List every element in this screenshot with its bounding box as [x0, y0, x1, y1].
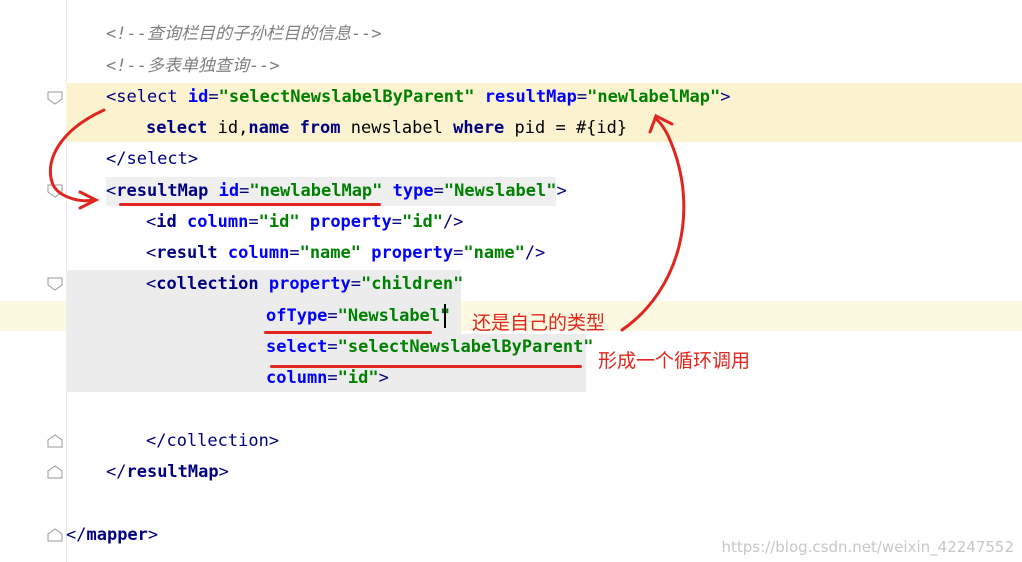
code-token: collection [156, 274, 269, 294]
code-token: <!--多表单独查询--> [106, 56, 280, 76]
code-token: property [371, 243, 454, 263]
code-token: mapper [86, 525, 148, 545]
underline-select [270, 365, 582, 368]
code-token: "selectNewslabelByParent" [218, 87, 475, 107]
fold-marker-collection[interactable] [47, 277, 63, 291]
code-token: "children" [360, 274, 464, 294]
code-token: > [218, 462, 229, 482]
code-line-9[interactable]: <collection property="children" [146, 269, 463, 300]
annotation-own-type: 还是自己的类型 [472, 312, 606, 334]
code-token: "Newslabel" [337, 306, 451, 326]
code-token: column [266, 368, 328, 388]
code-token: = [576, 87, 588, 107]
code-token: < [146, 212, 157, 232]
code-token: property [268, 274, 351, 294]
code-token: id [218, 181, 240, 201]
code-token: result [156, 243, 228, 263]
underline-resultmap-id [119, 203, 381, 206]
code-token: = [433, 181, 444, 201]
watermark: https://blog.csdn.net/weixin_42247552 [721, 538, 1014, 556]
code-token: "selectNewslabelByParent" [337, 337, 594, 357]
code-token: where [453, 118, 515, 138]
code-token: "id" [337, 368, 379, 388]
code-token: = [391, 212, 402, 232]
code-token: id, [217, 118, 249, 138]
code-token: property [309, 212, 392, 232]
code-token: = [208, 87, 219, 107]
code-token: > [720, 87, 731, 107]
underline-oftype [264, 331, 432, 334]
code-token: </ [66, 525, 87, 545]
code-token: < [146, 243, 157, 263]
code-token: < [146, 274, 157, 294]
code-token: "Newslabel" [443, 181, 557, 201]
code-token: <select [106, 87, 188, 107]
code-token: column [227, 243, 290, 263]
code-token: "name" [463, 243, 525, 263]
code-line-5[interactable]: </select> [106, 144, 198, 175]
annotation-recursive-call: 形成一个循环调用 [598, 350, 751, 372]
code-line-11[interactable]: select="selectNewslabelByParent" [266, 332, 594, 363]
code-token: resultMap [116, 181, 219, 201]
code-line-3[interactable]: <select id="selectNewslabelByParent" res… [106, 82, 730, 113]
code-token: select [266, 337, 328, 357]
code-token: /> [442, 212, 464, 232]
code-token: select [146, 118, 218, 138]
code-token: < [106, 181, 117, 201]
code-token: pid = #{id} [514, 118, 628, 138]
code-token: name [248, 118, 300, 138]
code-token: id [156, 212, 187, 232]
code-line-7[interactable]: <id column="id" property="id"/> [146, 207, 463, 238]
code-token: ofType [266, 306, 328, 326]
fold-end-mapper[interactable] [47, 528, 63, 542]
code-token: = [327, 337, 338, 357]
code-token: "id" [401, 212, 443, 232]
arrow-recursive-call [620, 113, 686, 332]
code-token: column [186, 212, 249, 232]
code-line-1[interactable]: <!--查询栏目的子孙栏目的信息--> [106, 19, 382, 50]
code-token: = [350, 274, 361, 294]
code-token: newslabel [350, 118, 454, 138]
code-token: "newlabelMap" [587, 87, 721, 107]
code-token: = [289, 243, 300, 263]
code-line-2[interactable]: <!--多表单独查询--> [106, 51, 280, 82]
text-caret [444, 304, 446, 328]
code-token: = [327, 368, 338, 388]
code-token: "newlabelMap" [249, 181, 383, 201]
fold-end-resultmap[interactable] [47, 465, 63, 479]
code-token: > [378, 368, 389, 388]
code-line-8[interactable]: <result column="name" property="name"/> [146, 238, 545, 269]
code-token: from [299, 118, 351, 138]
code-line-10[interactable]: ofType="Newslabel" [266, 301, 450, 332]
code-token: <!--查询栏目的子孙栏目的信息--> [106, 24, 382, 44]
fold-marker-resultmap[interactable] [47, 184, 63, 198]
code-token: = [239, 181, 250, 201]
code-line-15[interactable]: </mapper> [66, 520, 158, 551]
code-line-4[interactable]: select id,name from newslabel where pid … [146, 113, 627, 144]
code-line-13[interactable]: </collection> [146, 426, 279, 457]
code-token: > [556, 181, 567, 201]
code-token: id [187, 87, 209, 107]
fold-marker-select[interactable] [47, 91, 63, 105]
code-line-14[interactable]: </resultMap> [106, 457, 229, 488]
code-token: = [248, 212, 259, 232]
code-token: > [147, 525, 159, 545]
code-token: resultMap [126, 462, 219, 482]
code-token: type [392, 181, 434, 201]
fold-end-collection[interactable] [47, 434, 63, 448]
code-token: = [453, 243, 464, 263]
code-token: /> [524, 243, 546, 263]
code-token: "id" [258, 212, 300, 232]
code-token: </ [106, 462, 127, 482]
code-token: </select> [106, 149, 199, 169]
code-token: = [327, 306, 338, 326]
code-token: "name" [299, 243, 361, 263]
code-token: </collection> [146, 431, 280, 451]
code-token: resultMap [484, 87, 577, 107]
